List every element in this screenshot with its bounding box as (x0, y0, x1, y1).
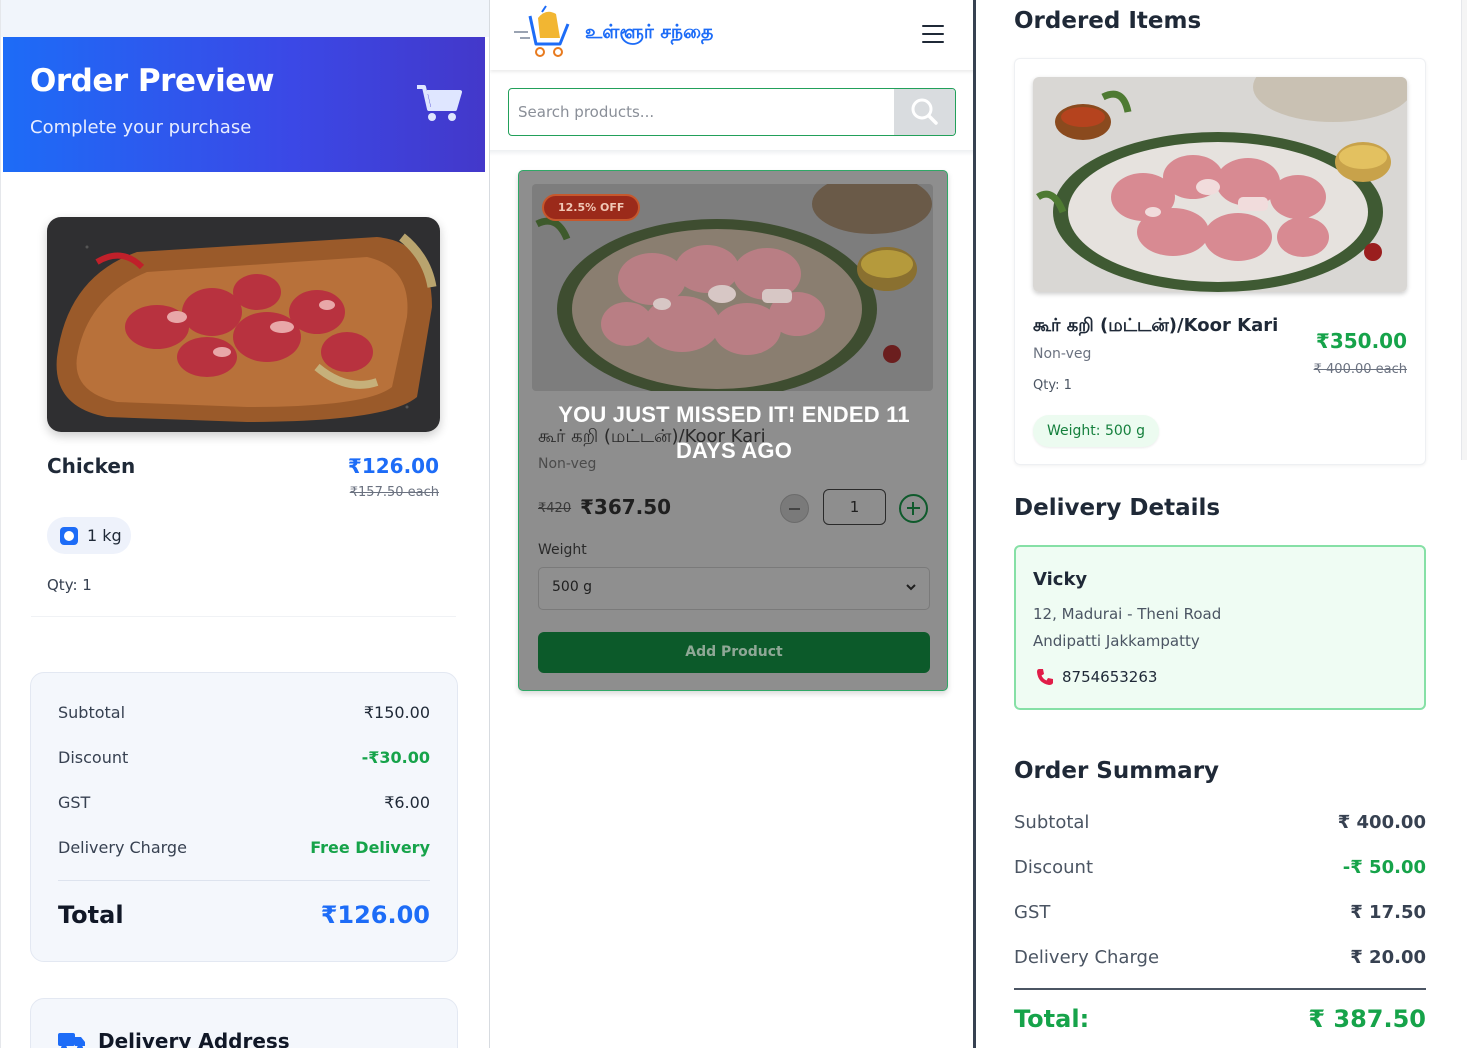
chevron-down-icon (906, 584, 916, 591)
product-original-price: ₹420 (538, 501, 572, 516)
summary-gst-label: GST (1014, 902, 1051, 923)
customer-name: Vicky (1033, 569, 1088, 590)
truck-icon (58, 1033, 85, 1048)
summary-divider (58, 880, 430, 881)
item-price: ₹126.00 (347, 454, 439, 478)
delivery-details-title: Delivery Details (1014, 495, 1221, 521)
delivery-charge-value: Free Delivery (310, 838, 430, 857)
summary-subtotal-value: ₹ 400.00 (1337, 812, 1426, 833)
discount-row: Discount -₹30.00 (58, 748, 430, 772)
search-button[interactable] (894, 89, 955, 135)
weight-label: Weight (538, 542, 587, 558)
item-name: Chicken (47, 454, 136, 478)
brand-name[interactable]: உள்ளூர் சந்தை (585, 21, 713, 46)
page-subtitle: Complete your purchase (30, 117, 252, 138)
order-preview-panel: Order Preview Complete your purchase Chi… (0, 0, 489, 1048)
weight-value: 1 kg (87, 526, 122, 545)
item-quantity: Qty: 1 (47, 576, 92, 594)
summary-subtotal-row: Subtotal ₹ 400.00 (1014, 812, 1426, 838)
order-summary-title: Order Summary (1014, 758, 1220, 784)
summary-delivery-label: Delivery Charge (1014, 947, 1160, 968)
search-input[interactable] (509, 89, 895, 135)
subtotal-row: Subtotal ₹150.00 (58, 703, 430, 727)
ordered-item-type: Non-veg (1033, 346, 1092, 362)
delivery-charge-row: Delivery Charge Free Delivery (58, 838, 430, 862)
address-line-2: Andipatti Jakkampatty (1033, 632, 1200, 650)
summary-divider (1014, 988, 1426, 990)
gst-value: ₹6.00 (384, 793, 430, 812)
total-label: Total (58, 901, 124, 929)
discount-value: -₹30.00 (361, 748, 430, 767)
ordered-item-original-price: ₹ 400.00 each (1313, 362, 1407, 377)
scale-icon (60, 527, 78, 545)
phone-icon (1037, 669, 1053, 685)
ordered-item-weight-badge: Weight: 500 g (1033, 415, 1159, 447)
summary-discount-row: Discount -₹ 50.00 (1014, 857, 1426, 883)
discount-label: Discount (58, 748, 129, 767)
ordered-item-quantity: Qty: 1 (1033, 378, 1072, 393)
summary-gst-row: GST ₹ 17.50 (1014, 902, 1426, 928)
ordered-item-card: கூர் கறி (மட்டன்)/Koor Kari Non-veg Qty:… (1014, 58, 1426, 465)
summary-total-label: Total: (1014, 1005, 1090, 1033)
discount-badge: 12.5% OFF (542, 194, 641, 221)
item-original-price: ₹157.50 each (349, 485, 439, 500)
weight-select[interactable]: 500 g (538, 567, 930, 610)
quantity-input[interactable]: 1 (823, 489, 886, 525)
ordered-item-name: கூர் கறி (மட்டன்)/Koor Kari (1033, 315, 1279, 336)
search-icon (911, 98, 938, 125)
header-shadow (490, 150, 973, 156)
order-preview-header: Order Preview Complete your purchase (3, 37, 485, 172)
phone-number: 8754653263 (1062, 668, 1158, 686)
summary-discount-value: -₹ 50.00 (1342, 857, 1426, 878)
summary-gst-value: ₹ 17.50 (1350, 902, 1426, 923)
page-title: Order Preview (30, 63, 274, 99)
hamburger-menu-icon[interactable] (922, 25, 944, 43)
shopping-cart-logo-icon[interactable] (512, 4, 572, 60)
total-row: Total ₹126.00 (58, 901, 430, 935)
total-value: ₹126.00 (320, 901, 430, 929)
product-card: 12.5% OFF YOU JUST MISSED IT! ENDED 11 D… (518, 170, 948, 691)
subtotal-value: ₹150.00 (363, 703, 430, 722)
summary-delivery-row: Delivery Charge ₹ 20.00 (1014, 947, 1426, 973)
offer-ended-overlay: YOU JUST MISSED IT! ENDED 11 DAYS AGO (558, 402, 910, 463)
summary-total-row: Total: ₹ 387.50 (1014, 1005, 1426, 1039)
delivery-address-title: Delivery Address (98, 1029, 290, 1048)
app-header: உள்ளூர் சந்தை (490, 0, 973, 70)
gst-row: GST ₹6.00 (58, 793, 430, 817)
add-product-button[interactable]: Add Product (538, 632, 930, 673)
increase-quantity-button[interactable] (899, 494, 928, 523)
divider (31, 616, 456, 617)
weight-selected-value: 500 g (552, 579, 593, 595)
ordered-items-title: Ordered Items (1014, 8, 1202, 34)
delivery-address-card: Delivery Address (30, 998, 458, 1048)
gst-label: GST (58, 793, 91, 812)
delivery-charge-label: Delivery Charge (58, 838, 187, 857)
decrease-quantity-button[interactable] (780, 494, 809, 523)
subtotal-label: Subtotal (58, 703, 126, 722)
product-price: ₹367.50 (580, 495, 672, 519)
search-bar (508, 88, 956, 136)
address-line-1: 12, Madurai - Theni Road (1033, 605, 1222, 623)
ordered-item-image (1033, 77, 1407, 292)
summary-delivery-value: ₹ 20.00 (1350, 947, 1426, 968)
chicken-product-image (47, 217, 440, 432)
order-details-panel: Ordered Items கூர் கறி (மட்டன்)/Koor Kar… (978, 0, 1467, 1048)
product-listing-panel: உள்ளூர் சந்தை Search products... 12.5% O… (489, 0, 976, 1048)
delivery-details-card: Vicky 12, Madurai - Theni Road Andipatti… (1014, 545, 1426, 710)
summary-total-value: ₹ 387.50 (1308, 1005, 1426, 1033)
scrollbar[interactable] (1461, 0, 1467, 460)
ordered-item-price: ₹350.00 (1315, 329, 1407, 353)
price-summary-card: Subtotal ₹150.00 Discount -₹30.00 GST ₹6… (30, 672, 458, 962)
weight-badge: 1 kg (47, 517, 131, 554)
top-strip (1, 0, 489, 37)
summary-subtotal-label: Subtotal (1014, 812, 1090, 833)
summary-discount-label: Discount (1014, 857, 1094, 878)
cart-icon[interactable] (415, 83, 463, 123)
